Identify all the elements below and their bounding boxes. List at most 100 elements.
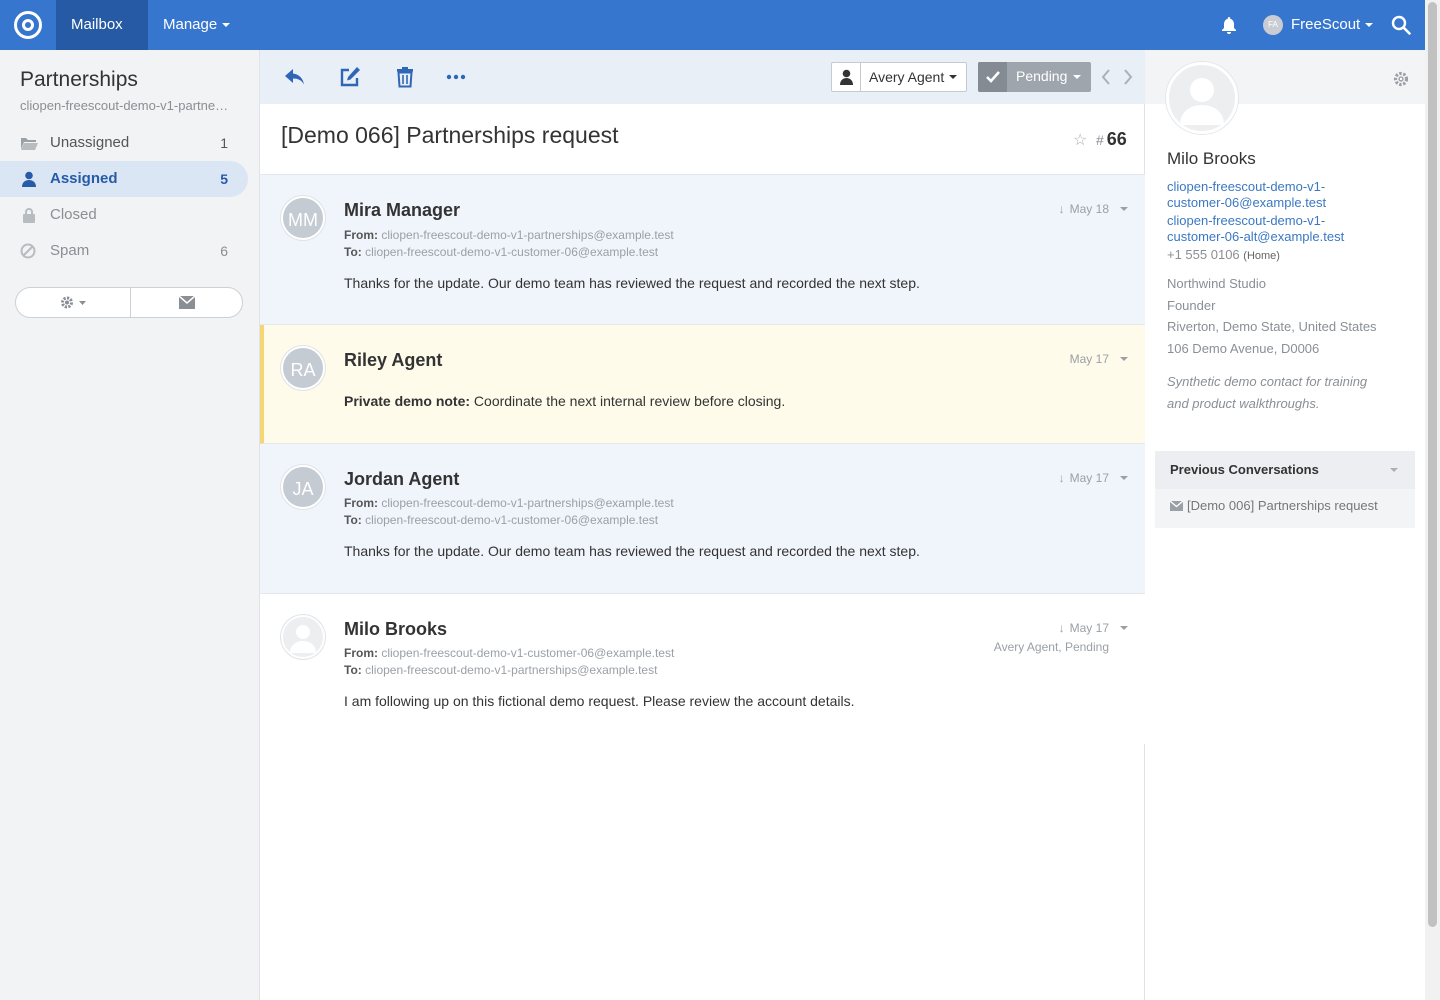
caret-down-icon [1073, 75, 1081, 79]
customer-location: Riverton, Demo State, United States [1167, 319, 1377, 334]
mailbox-sidebar: Partnerships cliopen-freescout-demo-v1-p… [0, 50, 259, 1000]
thread-note: RA Riley Agent May 17 Private demo note:… [260, 325, 1145, 444]
lock-icon [23, 208, 35, 223]
customer-phone-type: (Home) [1243, 250, 1280, 262]
gear-icon [61, 296, 86, 309]
previous-conversations-title: Previous Conversations [1170, 462, 1319, 477]
folder-count: 6 [220, 243, 228, 259]
thread-date-label: May 18 [1069, 202, 1109, 216]
customer-email-part: customer-06@example.test [1167, 195, 1327, 210]
user-name-label: FreeScout [1291, 16, 1361, 33]
from-label: From: [344, 228, 378, 242]
thread-body: Thanks for the update. Our demo team has… [344, 275, 920, 291]
folder-closed[interactable]: Closed [0, 197, 248, 233]
customer-email-part: customer-06-alt@example.test [1167, 229, 1345, 244]
conversation-number-value: 66 [1106, 129, 1127, 149]
previous-conversation-subject: [Demo 006] Partnerships request [1187, 498, 1378, 513]
caret-down-icon [1365, 23, 1374, 28]
caret-down-icon [949, 75, 957, 79]
note-edit-icon[interactable] [339, 66, 361, 88]
thread-menu-caret-icon[interactable] [1120, 357, 1128, 361]
customer-phone: +1 555 0106 (Home) [1167, 247, 1280, 262]
chevron-left-icon[interactable] [1100, 69, 1112, 85]
check-icon [986, 71, 1000, 83]
user-avatar[interactable]: FA [1263, 15, 1283, 35]
nav-mailbox-menu[interactable]: Mailbox [56, 0, 148, 78]
thread-from: From: cliopen-freescout-demo-v1-partners… [344, 228, 674, 242]
previous-conversations-header[interactable]: Previous Conversations [1155, 451, 1415, 489]
person-icon [1180, 78, 1224, 125]
page-scrollbar[interactable] [1425, 0, 1440, 1000]
nav-mailbox-label: Mailbox [71, 16, 123, 33]
user-menu[interactable]: FreeScout [1291, 0, 1374, 50]
folder-label: Unassigned [50, 134, 130, 151]
more-options-icon[interactable] [445, 66, 467, 88]
thread-menu-caret-icon[interactable] [1120, 207, 1128, 211]
envelope-icon [1169, 500, 1184, 511]
caret-down-icon [1390, 468, 1398, 472]
gear-icon[interactable] [1393, 71, 1409, 87]
assignee-dropdown[interactable]: Avery Agent [831, 62, 967, 92]
folder-count: 1 [220, 135, 228, 151]
thread-menu-caret-icon[interactable] [1120, 626, 1128, 630]
app-root: Mailbox Manage FA FreeScout Partnerships… [0, 0, 1440, 1000]
thread-avatar: RA [281, 346, 325, 390]
thread-from: From: cliopen-freescout-demo-v1-partners… [344, 496, 674, 510]
reply-icon[interactable] [284, 66, 306, 88]
conversation-panel: Avery Agent Pending [Demo 066] Partnersh… [259, 50, 1145, 1000]
freescout-logo-icon[interactable] [14, 11, 42, 39]
thread-date[interactable]: May 17 [1070, 352, 1109, 366]
customer-job-title: Founder [1167, 298, 1216, 313]
folder-open-icon [21, 138, 38, 150]
status-check-icon [978, 62, 1007, 92]
bell-icon[interactable] [1221, 16, 1237, 34]
thread-author: Mira Manager [344, 200, 461, 220]
scrollbar-thumb[interactable] [1428, 2, 1437, 927]
caret-down-icon [222, 23, 231, 28]
star-icon[interactable]: ☆ [1073, 130, 1087, 150]
assignee-user-icon [832, 63, 861, 91]
thread-date[interactable]: ↓ May 18 [1059, 202, 1109, 216]
previous-conversation-link[interactable]: [Demo 006] Partnerships request [1169, 498, 1378, 513]
conversation-number: #66 [1096, 129, 1127, 150]
thread-date[interactable]: ↓ May 17 [1059, 471, 1109, 485]
to-address: cliopen-freescout-demo-v1-partnerships@e… [365, 663, 658, 677]
thread-author: Jordan Agent [344, 469, 460, 489]
thread-date[interactable]: ↓ May 17 [1059, 621, 1109, 635]
thread-message: MM Mira Manager ↓ May 18 From: cliopen-fr… [260, 175, 1145, 325]
folder-label: Assigned [50, 170, 118, 187]
new-conversation-button[interactable] [130, 288, 244, 317]
thread-menu-caret-icon[interactable] [1120, 476, 1128, 480]
folder-spam[interactable]: Spam 6 [0, 233, 248, 269]
chevron-right-icon[interactable] [1122, 69, 1134, 85]
customer-email-alt-link[interactable]: cliopen-freescout-demo-v1- customer-06-al… [1167, 213, 1407, 245]
mailbox-title: Partnerships [20, 68, 138, 91]
thread-body: Private demo note: Coordinate the next i… [344, 393, 785, 409]
customer-email-part: cliopen-freescout-demo-v1- [1167, 213, 1326, 228]
thread-customer-message: Milo Brooks ↓ May 17 Avery Agent, Pending… [260, 594, 1145, 744]
thread-date-label: May 17 [1069, 471, 1109, 485]
status-dropdown[interactable]: Pending [978, 62, 1091, 92]
from-address: cliopen-freescout-demo-v1-partnerships@e… [381, 228, 674, 242]
customer-email-link[interactable]: cliopen-freescout-demo-v1- customer-06@ex… [1167, 179, 1407, 211]
conversation-toolbar: Avery Agent Pending [260, 50, 1145, 104]
thread-author: Riley Agent [344, 350, 443, 370]
folder-assigned[interactable]: Assigned 5 [0, 161, 248, 197]
ban-icon [20, 243, 36, 259]
customer-name[interactable]: Milo Brooks [1167, 149, 1256, 169]
user-icon [840, 69, 853, 85]
to-label: To: [344, 513, 362, 527]
user-icon [22, 171, 36, 187]
to-address: cliopen-freescout-demo-v1-customer-06@ex… [365, 513, 659, 527]
previous-conversations: Previous Conversations [Demo 006] Partne… [1155, 451, 1415, 528]
thread-date-label: May 17 [1069, 621, 1109, 635]
nav-manage-menu[interactable]: Manage [148, 0, 245, 50]
folder-unassigned[interactable]: Unassigned 1 [0, 125, 248, 161]
customer-company: Northwind Studio [1167, 276, 1266, 291]
search-icon[interactable] [1391, 15, 1411, 35]
customer-address: 106 Demo Avenue, D0006 [1167, 341, 1320, 356]
mailbox-settings-button[interactable] [16, 288, 130, 317]
arrow-down-icon: ↓ [1058, 202, 1065, 216]
trash-icon[interactable] [394, 66, 416, 88]
customer-notes: Synthetic demo contact for training and p… [1167, 371, 1367, 415]
